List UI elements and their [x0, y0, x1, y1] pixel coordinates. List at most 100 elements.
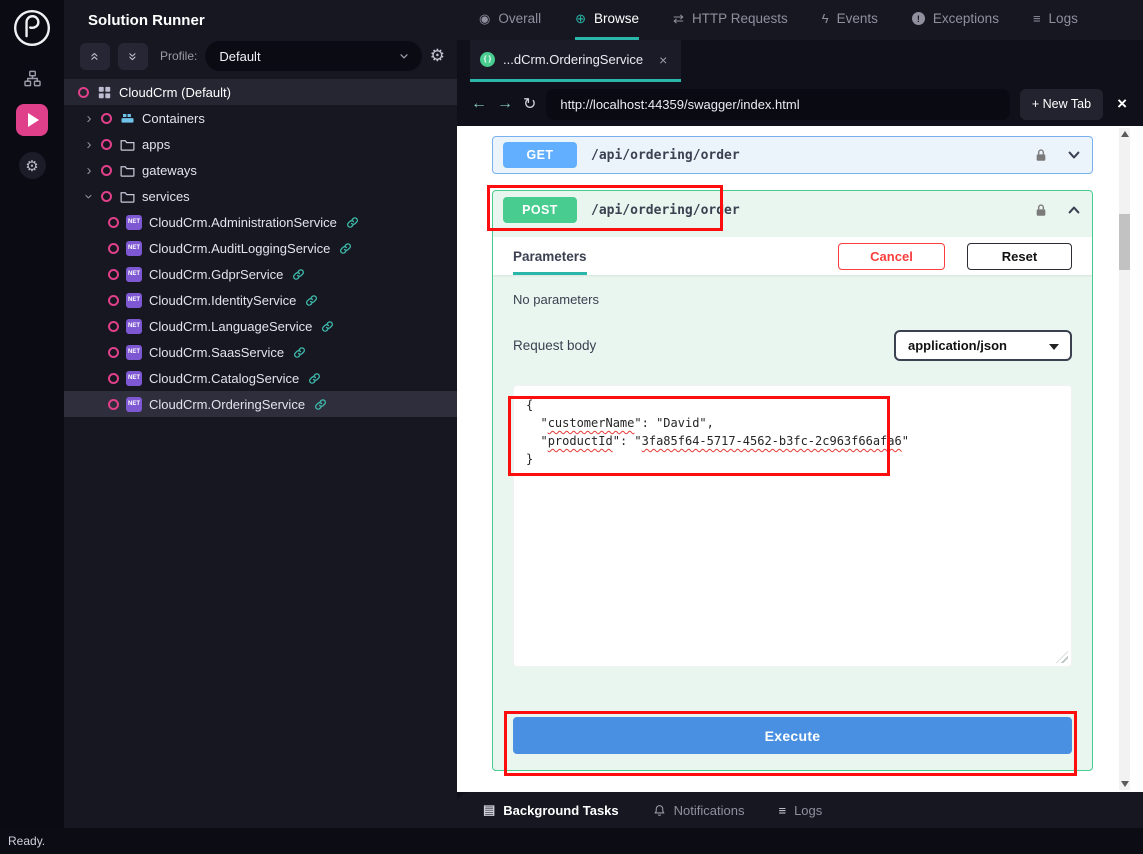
link-icon[interactable]: [293, 346, 306, 359]
bottom-bar-notifications[interactable]: Notifications: [653, 803, 745, 818]
sidebar: Solution Runner « » Profile: Default ⚙: [64, 0, 457, 828]
link-icon[interactable]: [346, 216, 359, 229]
link-icon[interactable]: [305, 294, 318, 307]
tree-service-cloudcrm.orderingservice[interactable]: NETCloudCrm.OrderingService: [64, 391, 457, 417]
tree-service-cloudcrm.languageservice[interactable]: NETCloudCrm.LanguageService: [64, 313, 457, 339]
tree-service-cloudcrm.catalogservice[interactable]: NETCloudCrm.CatalogService: [64, 365, 457, 391]
bottom-bar-background-tasks[interactable]: ▤Background Tasks: [483, 802, 619, 818]
folder-icon: [119, 138, 135, 151]
post-endpoint-row[interactable]: POST /api/ordering/order: [493, 191, 1092, 229]
folder-icon: [119, 190, 135, 203]
profile-dropdown[interactable]: Default: [205, 41, 421, 71]
tab-label: Browse: [594, 11, 639, 26]
tab-logs[interactable]: ≡Logs: [1033, 0, 1078, 40]
tree-folder-gateways[interactable]: ›gateways: [64, 157, 457, 183]
tree-label: CloudCrm.GdprService: [149, 267, 283, 282]
tree-folder-containers[interactable]: ›Containers: [64, 105, 457, 131]
bolt-icon: ϟ: [822, 11, 829, 26]
forward-icon[interactable]: →: [497, 95, 513, 113]
parameters-section-header: Parameters Cancel Reset: [493, 237, 1092, 275]
play-icon: [28, 113, 39, 127]
tab-close-icon[interactable]: ×: [659, 52, 667, 68]
bottom-bar: ▤Background Tasks Notifications ≡Logs: [457, 792, 1143, 828]
profile-label: Profile:: [160, 49, 197, 63]
link-icon[interactable]: [339, 242, 352, 255]
tree-label: CloudCrm.CatalogService: [149, 371, 299, 386]
status-dot-icon: [108, 295, 119, 306]
bottom-bar-label: Logs: [794, 803, 822, 818]
scrollbar-thumb[interactable]: [1119, 214, 1130, 270]
bottom-bar-label: Notifications: [674, 803, 745, 818]
back-icon[interactable]: ←: [471, 95, 487, 113]
tree-folders: ›Containers›apps›gateways›services: [64, 105, 457, 209]
solution-tree-icon[interactable]: [23, 69, 42, 88]
tab-label: Events: [837, 11, 878, 26]
tab-exceptions[interactable]: !Exceptions: [912, 0, 999, 40]
tab-label: Logs: [1049, 11, 1078, 26]
tree-label: apps: [142, 137, 170, 152]
scroll-up-icon[interactable]: [1121, 131, 1129, 137]
main-tabs: ◉Overall ⊕ Browse ⇄HTTP Requests ϟ Events !Exc…: [457, 0, 1143, 40]
tab-events[interactable]: ϟ Events: [822, 0, 878, 40]
reset-button[interactable]: Reset: [967, 243, 1072, 270]
new-tab-button[interactable]: + New Tab: [1020, 89, 1103, 120]
get-endpoint-row[interactable]: GET /api/ordering/order: [492, 136, 1093, 174]
chevron-icon[interactable]: ›: [82, 191, 97, 201]
url-bar[interactable]: http://localhost:44359/swagger/index.htm…: [546, 89, 1009, 120]
bottom-bar-logs[interactable]: ≡Logs: [778, 803, 822, 818]
execute-button[interactable]: Execute: [513, 717, 1072, 754]
cancel-button[interactable]: Cancel: [838, 243, 945, 270]
tab-label: Overall: [498, 11, 541, 26]
status-dot-icon: [101, 139, 112, 150]
refresh-icon[interactable]: ↻: [523, 94, 536, 114]
profile-settings-icon[interactable]: ⚙: [430, 46, 445, 66]
chevron-icon[interactable]: ›: [84, 137, 94, 152]
collapse-all-button[interactable]: «: [80, 43, 110, 70]
lock-icon[interactable]: [1034, 203, 1048, 218]
dotnet-badge-icon: NET: [126, 319, 142, 334]
close-browser-icon[interactable]: ×: [1117, 94, 1127, 114]
tab-overall[interactable]: ◉Overall: [479, 0, 541, 40]
status-text: Ready.: [8, 834, 45, 848]
chevron-down-icon[interactable]: [1066, 147, 1082, 163]
post-endpoint-block: POST /api/ordering/order Paramete: [492, 190, 1093, 771]
link-icon[interactable]: [321, 320, 334, 333]
request-body-editor[interactable]: { "customerName": "David", "productId": …: [513, 385, 1072, 667]
chevron-icon[interactable]: ›: [84, 163, 94, 178]
lock-icon[interactable]: [1034, 148, 1048, 163]
web-icon: ⊕: [575, 11, 586, 27]
tree-root-cloudcrm[interactable]: CloudCrm (Default): [64, 79, 457, 105]
run-button[interactable]: [16, 104, 48, 136]
tree-service-cloudcrm.gdprservice[interactable]: NETCloudCrm.GdprService: [64, 261, 457, 287]
status-dot-icon: [101, 191, 112, 202]
content-type-select[interactable]: application/json: [894, 330, 1072, 361]
tree-service-cloudcrm.administrationservice[interactable]: NETCloudCrm.AdministrationService: [64, 209, 457, 235]
content-type-value: application/json: [908, 338, 1007, 353]
scrollbar[interactable]: [1119, 128, 1130, 790]
tree-service-cloudcrm.auditloggingservice[interactable]: NETCloudCrm.AuditLoggingService: [64, 235, 457, 261]
tree-service-cloudcrm.saasservice[interactable]: NETCloudCrm.SaasService: [64, 339, 457, 365]
tree-folder-apps[interactable]: › apps: [64, 131, 457, 157]
link-icon[interactable]: [314, 398, 327, 411]
browser-tab[interactable]: { } ...dCrm.OrderingService ×: [470, 40, 681, 82]
scroll-down-icon[interactable]: [1121, 781, 1129, 787]
link-icon[interactable]: [292, 268, 305, 281]
sidebar-toolbar: « » Profile: Default ⚙: [64, 39, 457, 73]
tab-http-requests[interactable]: ⇄HTTP Requests: [673, 0, 788, 40]
request-body-json[interactable]: { "customerName": "David", "productId": …: [514, 386, 1071, 478]
double-chevron-up-icon: «: [88, 52, 103, 60]
status-dot-icon: [108, 373, 119, 384]
tree-folder-services[interactable]: ›services: [64, 183, 457, 209]
tree-root-label: CloudCrm (Default): [119, 85, 231, 100]
tab-browse[interactable]: ⊕ Browse: [575, 0, 639, 40]
link-icon[interactable]: [308, 372, 321, 385]
tree-service-cloudcrm.identityservice[interactable]: NETCloudCrm.IdentityService: [64, 287, 457, 313]
expand-all-button[interactable]: »: [118, 43, 148, 70]
bell-icon: [653, 804, 666, 817]
activity-bar: ⚙: [0, 0, 64, 828]
chevron-up-icon[interactable]: [1066, 202, 1082, 218]
status-bar: Ready.: [0, 828, 1143, 854]
settings-icon[interactable]: ⚙: [19, 152, 46, 179]
resize-handle[interactable]: [1056, 651, 1068, 663]
chevron-icon[interactable]: ›: [84, 111, 94, 126]
